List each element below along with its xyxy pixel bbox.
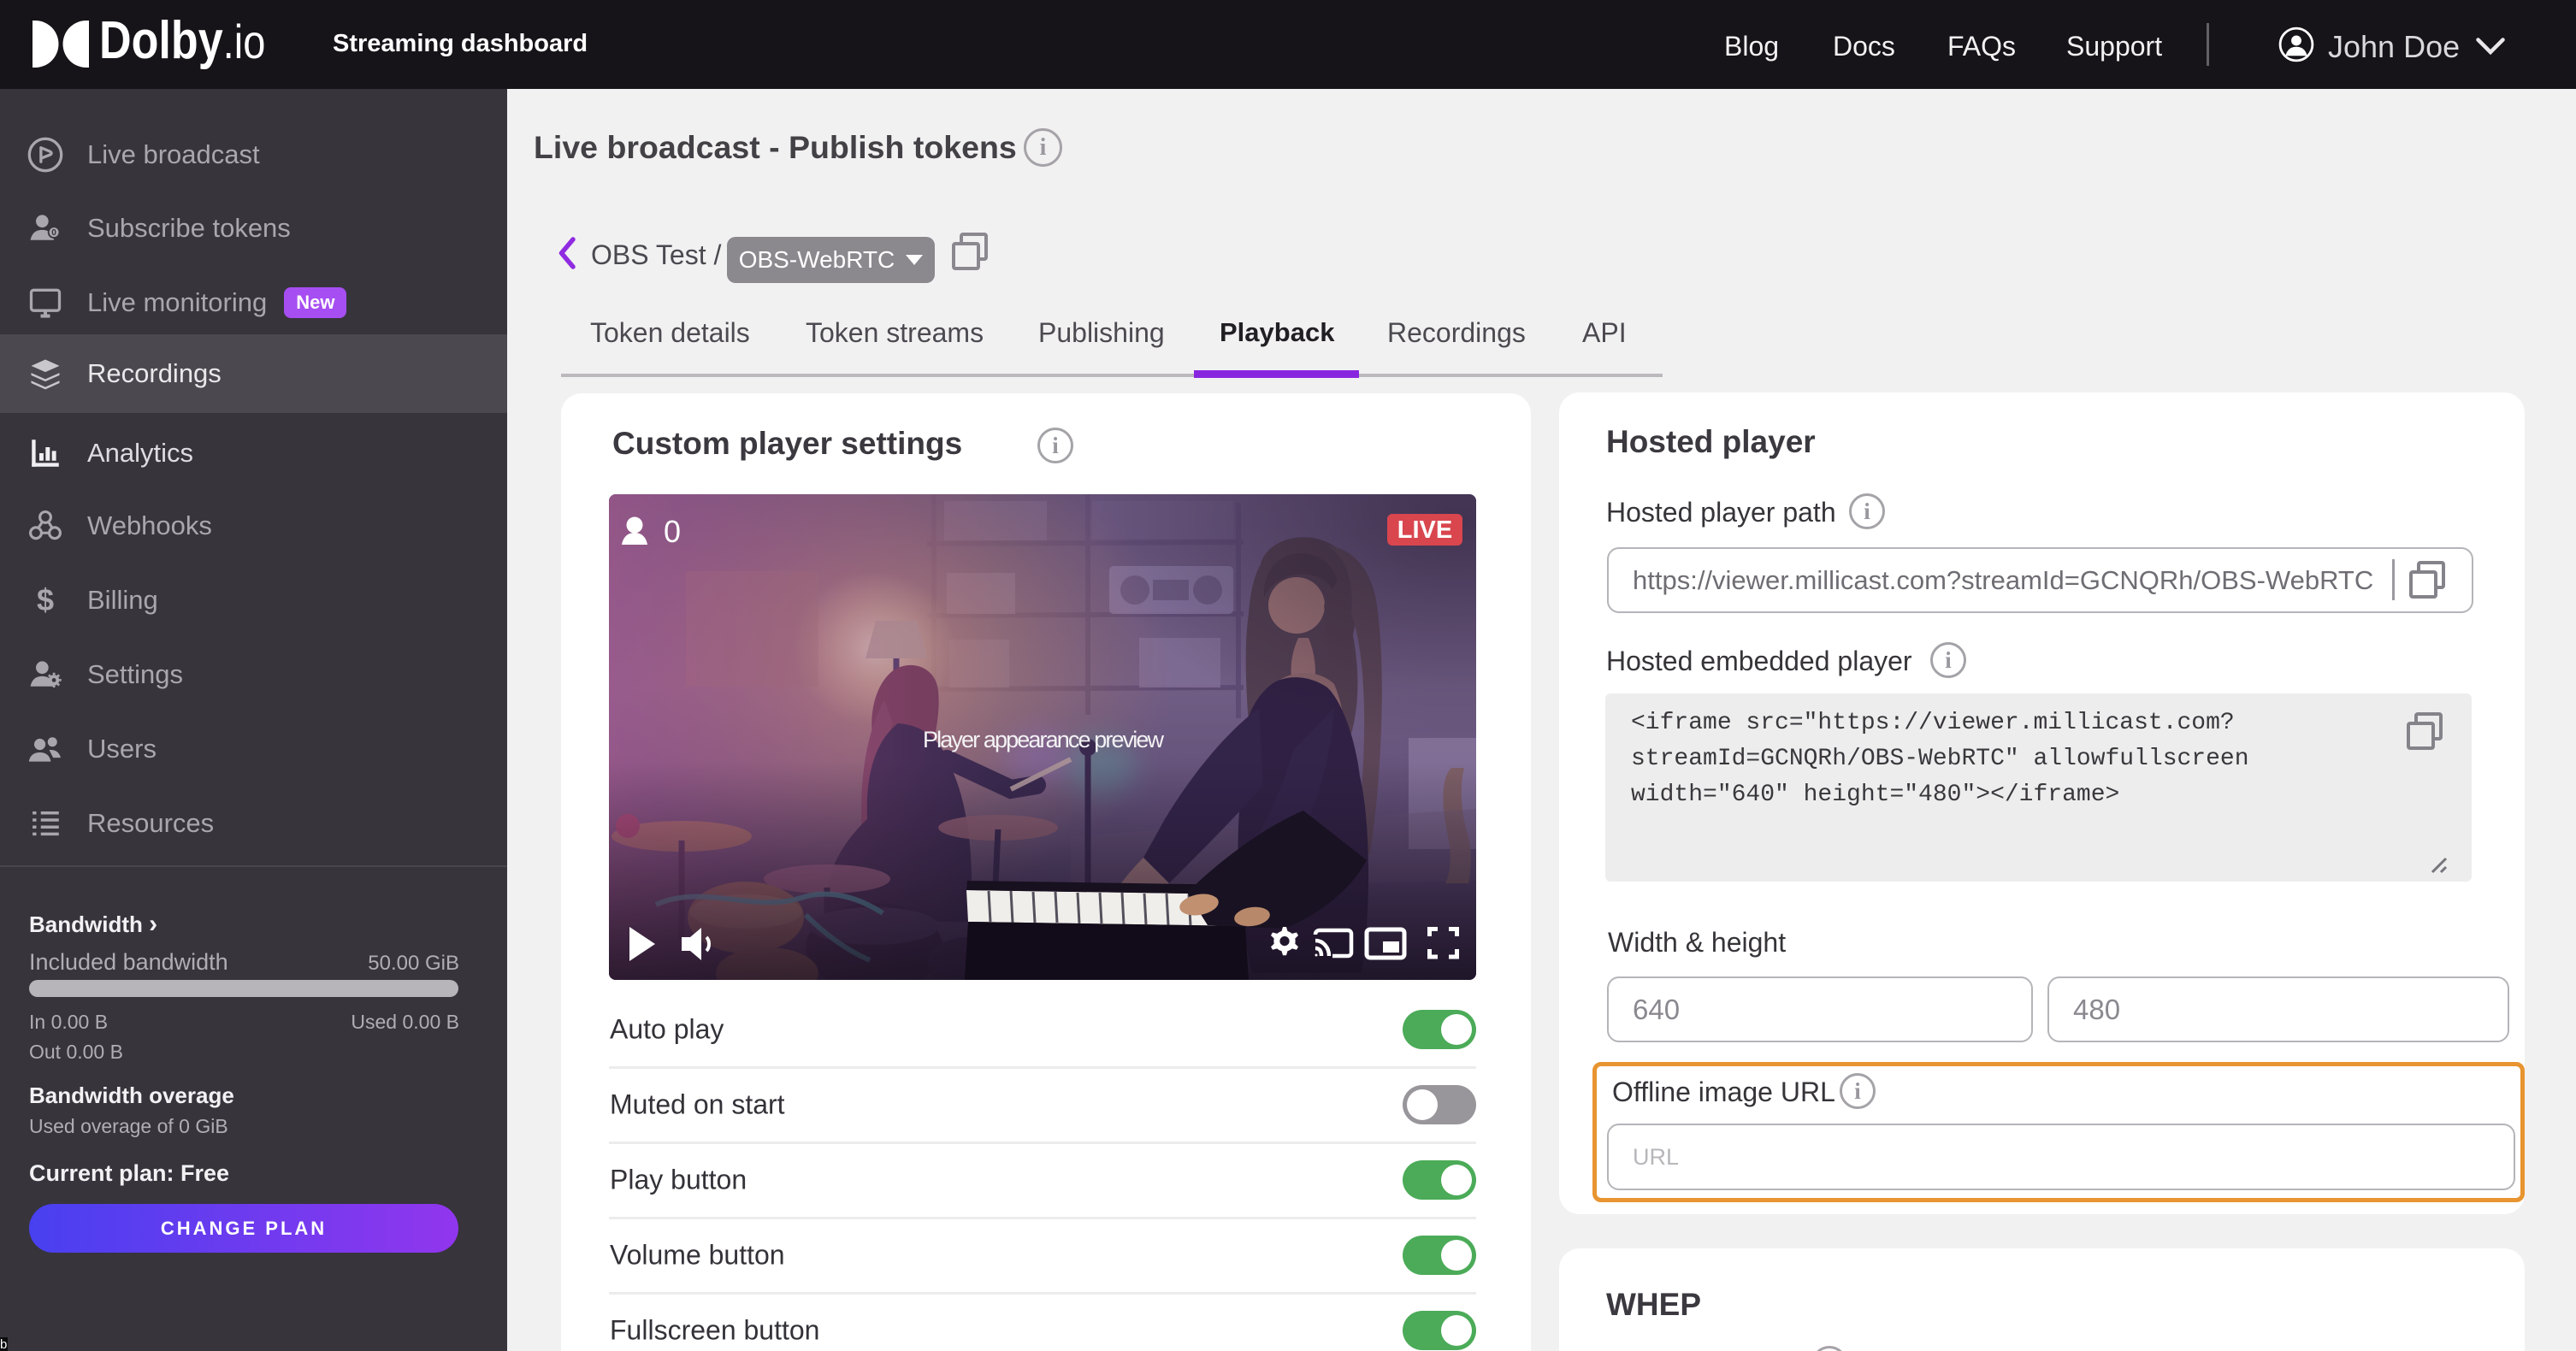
svg-text:LIVE: LIVE <box>1397 516 1452 544</box>
svg-text:0: 0 <box>664 514 681 549</box>
svg-text:0: 0 <box>51 228 56 238</box>
svg-text:Player appearance preview: Player appearance preview <box>923 727 1165 752</box>
